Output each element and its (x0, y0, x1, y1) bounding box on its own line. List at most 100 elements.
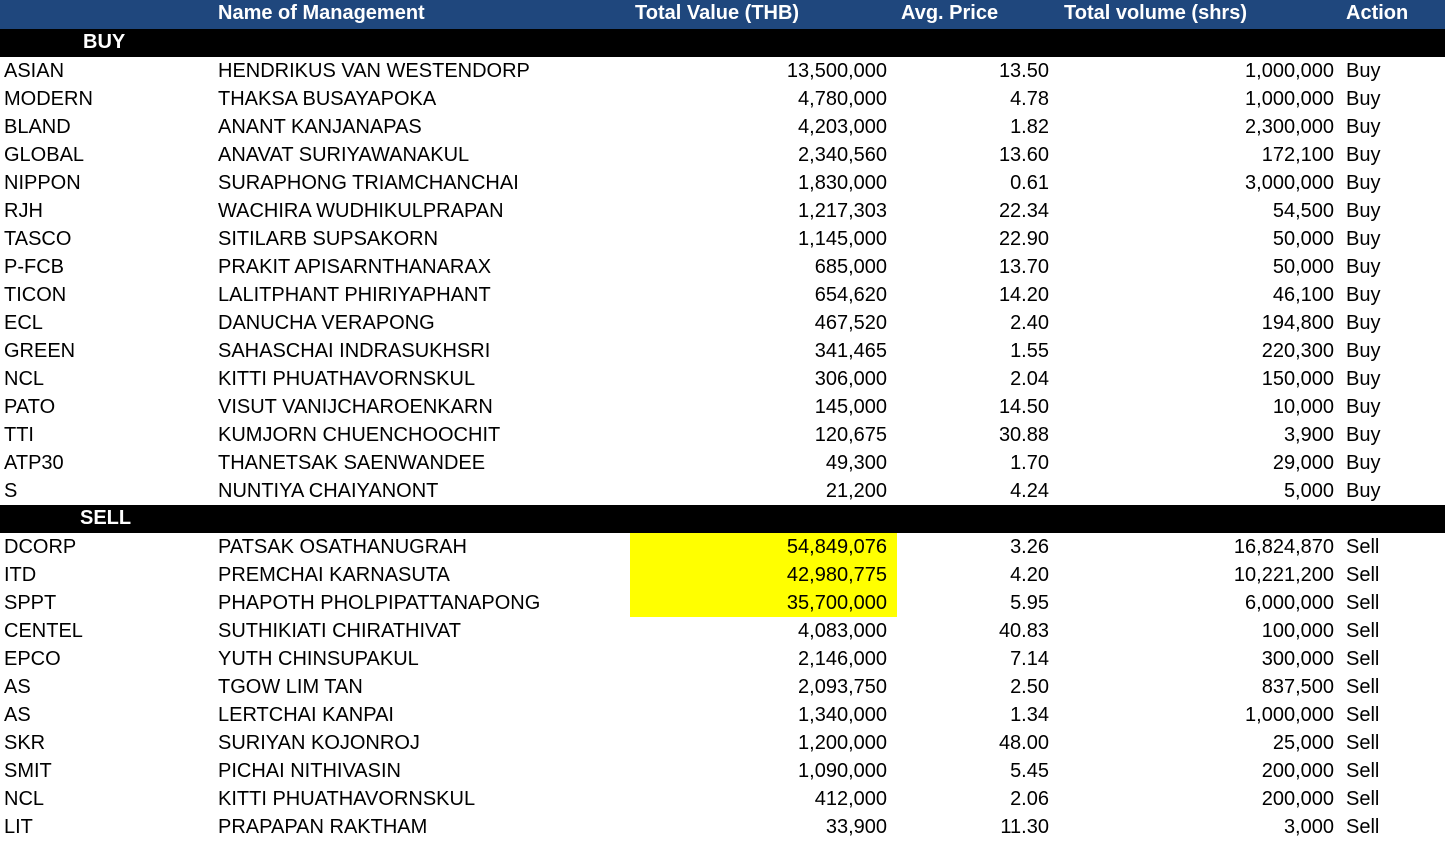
header-action: Action (1346, 2, 1409, 24)
name-cell: PRAKIT APISARNTHANARAX (218, 256, 492, 278)
volume-cell: 16,824,870 (1233, 536, 1334, 558)
value-cell: 35,700,000 (786, 592, 887, 614)
table-row: TASCO SITILARB SUPSAKORN 1,145,000 22.90 50,… (0, 225, 1445, 253)
price-cell: 1.34 (1010, 704, 1049, 726)
price-cell: 2.40 (1010, 312, 1049, 334)
header-name: Name of Management (218, 2, 425, 24)
name-cell: PRAPAPAN RAKTHAM (218, 816, 428, 838)
price-cell: 4.24 (1010, 480, 1049, 502)
action-cell: Sell (1346, 704, 1380, 726)
table-row: NCL KITTI PHUATHAVORNSKUL 412,000 2.06 200,0… (0, 785, 1445, 813)
price-cell: 3.26 (1010, 536, 1049, 558)
table-row: TTI KUMJORN CHUENCHOOCHIT 120,675 30.88 3,90… (0, 421, 1445, 449)
table-row: TICON LALITPHANT PHIRIYAPHANT 654,620 14.20… (0, 281, 1445, 309)
symbol-cell: GREEN (4, 340, 76, 362)
price-cell: 2.04 (1010, 368, 1049, 390)
price-cell: 0.61 (1010, 172, 1049, 194)
symbol-cell: TTI (4, 424, 34, 446)
volume-cell: 5,000 (1283, 480, 1334, 502)
name-cell: PATSAK OSATHANUGRAH (218, 536, 467, 558)
name-cell: SAHASCHAI INDRASUKHSRI (218, 340, 491, 362)
symbol-cell: MODERN (4, 88, 93, 110)
volume-cell: 46,100 (1272, 284, 1334, 306)
action-cell: Buy (1346, 312, 1381, 334)
price-cell: 40.83 (998, 620, 1049, 642)
table-row: MODERN THAKSA BUSAYAPOKA 4,780,000 4.78 1,00… (0, 85, 1445, 113)
action-cell: Buy (1346, 368, 1381, 390)
symbol-cell: TICON (4, 284, 67, 306)
action-cell: Sell (1346, 536, 1380, 558)
table-row: ECL DANUCHA VERAPONG 467,520 2.40 194,800 Buy (0, 309, 1445, 337)
value-cell: 467,520 (814, 312, 887, 334)
symbol-cell: NIPPON (4, 172, 81, 194)
volume-cell: 100,000 (1261, 620, 1334, 642)
action-cell: Buy (1346, 452, 1381, 474)
symbol-cell: EPCO (4, 648, 61, 670)
price-cell: 48.00 (998, 732, 1049, 754)
value-cell: 21,200 (825, 480, 887, 502)
name-cell: LALITPHANT PHIRIYAPHANT (218, 284, 491, 306)
symbol-cell: ITD (4, 564, 37, 586)
symbol-cell: TASCO (4, 228, 72, 250)
price-cell: 13.70 (998, 256, 1049, 278)
volume-cell: 3,000 (1283, 816, 1334, 838)
name-cell: KITTI PHUATHAVORNSKUL (218, 788, 476, 810)
price-cell: 1.82 (1010, 116, 1049, 138)
volume-cell: 25,000 (1272, 732, 1334, 754)
value-cell: 33,900 (825, 816, 887, 838)
name-cell: KUMJORN CHUENCHOOCHIT (218, 424, 501, 446)
price-cell: 1.55 (1010, 340, 1049, 362)
name-cell: TGOW LIM TAN (218, 676, 363, 698)
symbol-cell: AS (4, 704, 31, 726)
volume-cell: 50,000 (1272, 228, 1334, 250)
value-cell: 1,145,000 (798, 228, 887, 250)
price-cell: 14.50 (998, 396, 1049, 418)
symbol-cell: NCL (4, 368, 45, 390)
action-cell: Buy (1346, 172, 1381, 194)
value-cell: 2,146,000 (798, 648, 887, 670)
sell-label: SELL (80, 507, 132, 529)
table-row: LIT PRAPAPAN RAKTHAM 33,900 11.30 3,000 Sell (0, 813, 1445, 841)
name-cell: DANUCHA VERAPONG (218, 312, 435, 334)
name-cell: THAKSA BUSAYAPOKA (218, 88, 437, 110)
price-cell: 30.88 (998, 424, 1049, 446)
action-cell: Sell (1346, 788, 1380, 810)
header-volume: Total volume (shrs) (1064, 2, 1247, 24)
name-cell: PHAPOTH PHOLPIPATTANAPONG (218, 592, 541, 614)
value-cell: 1,217,303 (798, 200, 887, 222)
price-cell: 4.20 (1010, 564, 1049, 586)
price-cell: 13.60 (998, 144, 1049, 166)
table-row: NIPPON SURAPHONG TRIAMCHANCHAI 1,830,000 0.… (0, 169, 1445, 197)
value-cell: 412,000 (814, 788, 887, 810)
symbol-cell: ATP30 (4, 452, 64, 474)
table-row: P-FCB PRAKIT APISARNTHANARAX 685,000 13.70 5… (0, 253, 1445, 281)
name-cell: SITILARB SUPSAKORN (218, 228, 439, 250)
name-cell: SUTHIKIATI CHIRATHIVAT (218, 620, 461, 642)
price-cell: 2.50 (1010, 676, 1049, 698)
buy-section-header: BUY (0, 29, 1445, 57)
volume-cell: 10,221,200 (1233, 564, 1334, 586)
name-cell: ANAVAT SURIYAWANAKUL (218, 144, 470, 166)
name-cell: KITTI PHUATHAVORNSKUL (218, 368, 476, 390)
action-cell: Buy (1346, 200, 1381, 222)
table-row: ITD PREMCHAI KARNASUTA 42,980,775 4.20 10,22… (0, 561, 1445, 589)
name-cell: PICHAI NITHIVASIN (218, 760, 401, 782)
volume-cell: 837,500 (1261, 676, 1334, 698)
symbol-cell: SKR (4, 732, 46, 754)
value-cell: 49,300 (825, 452, 887, 474)
volume-cell: 3,000,000 (1245, 172, 1334, 194)
action-cell: Buy (1346, 284, 1381, 306)
table-row: S NUNTIYA CHAIYANONT 21,200 4.24 5,000 Buy (0, 477, 1445, 505)
symbol-cell: BLAND (4, 116, 71, 138)
symbol-cell: SPPT (4, 592, 57, 614)
value-cell: 2,093,750 (798, 676, 887, 698)
symbol-cell: CENTEL (4, 620, 83, 642)
volume-cell: 172,100 (1261, 144, 1334, 166)
value-cell: 2,340,560 (798, 144, 887, 166)
symbol-cell: SMIT (4, 760, 52, 782)
action-cell: Buy (1346, 480, 1381, 502)
symbol-cell: AS (4, 676, 31, 698)
symbol-cell: ASIAN (4, 60, 65, 82)
volume-cell: 6,000,000 (1245, 592, 1334, 614)
price-cell: 11.30 (1000, 816, 1049, 838)
